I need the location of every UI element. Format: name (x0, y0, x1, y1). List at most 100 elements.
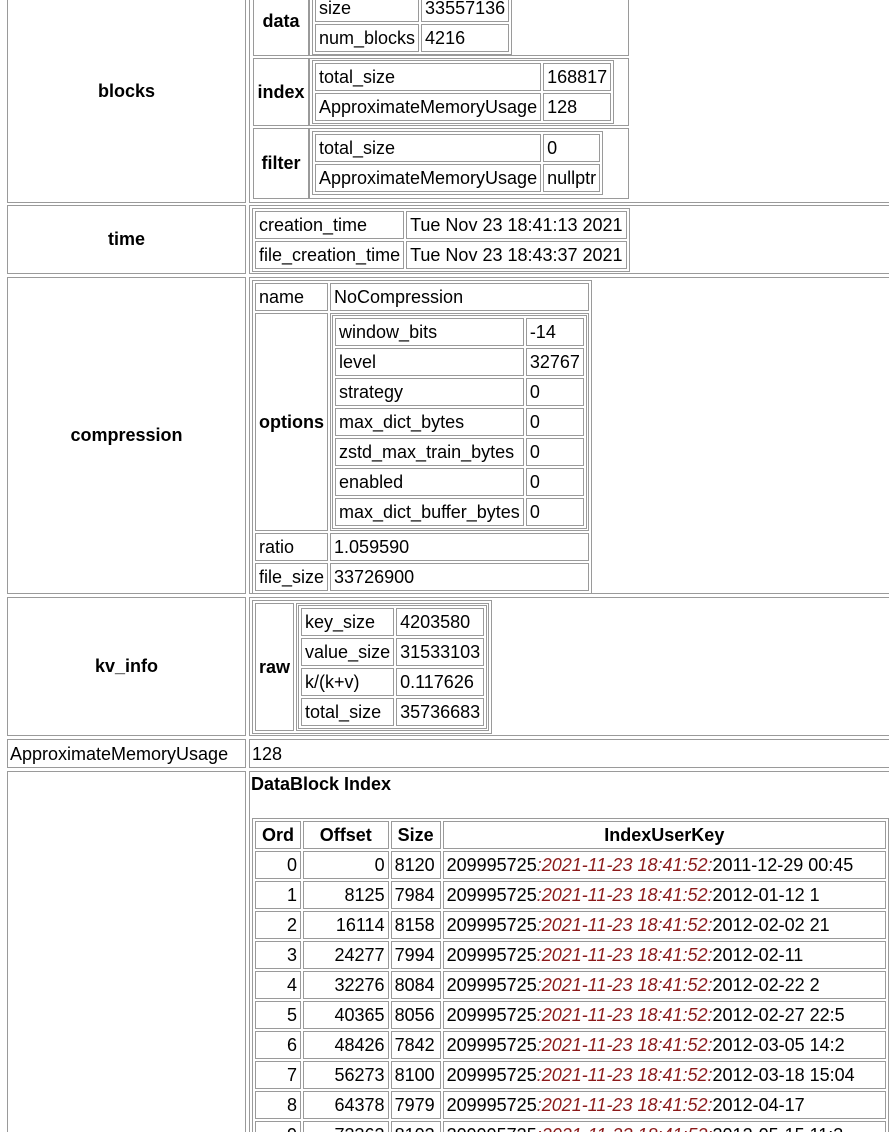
offset-cell: 16114 (303, 911, 389, 939)
kv-key: file_creation_time (255, 241, 405, 269)
key-suffix: 2012-02-27 22:5 (712, 1005, 845, 1025)
raw-table: key_size 4203580 value_size 31533103 k/(k+v)… (298, 605, 488, 729)
kv-row: max_dict_buffer_bytes 0 (335, 498, 584, 526)
column-header-size: Size (390, 821, 441, 849)
index-row-label (7, 771, 246, 1132)
kv-info-table: raw key_size 4203580 value_size 31533103 k/(… (252, 600, 493, 734)
offset-cell: 32276 (303, 971, 389, 999)
key-id: 209995725 (446, 1065, 537, 1085)
kv-key: total_size (301, 698, 395, 726)
key-timestamp: :2021-11-23 18:41:52: (537, 1125, 713, 1132)
time-table: creation_time Tue Nov 23 18:41:13 2021 fil… (252, 208, 630, 272)
kv-row: ApproximateMemoryUsage 128 (315, 93, 612, 121)
datablock-index-title: DataBlock Index (251, 774, 392, 794)
file-size-value: 33726900 (330, 563, 589, 591)
offset-cell: 0 (303, 851, 389, 879)
kv-value: 0 (525, 408, 584, 436)
kv-value: 0.117626 (396, 668, 485, 696)
key-id: 209995725 (446, 915, 537, 935)
key-timestamp: :2021-11-23 18:41:52: (536, 855, 713, 875)
kv-row: creation_time Tue Nov 23 18:41:13 2021 (255, 211, 627, 239)
kv-value: Tue Nov 23 18:41:13 2021 (406, 211, 627, 239)
name-key: name (255, 283, 329, 311)
file-size-key: file_size (255, 563, 329, 591)
size-cell: 8100 (390, 1061, 441, 1089)
size-cell: 8158 (390, 911, 441, 939)
filter-label: filter (253, 128, 309, 199)
index-user-key-cell: 209995725:2021-11-23 18:41:52:2012-02-22… (442, 971, 886, 999)
key-suffix: 2012-04-17 (712, 1095, 805, 1115)
key-timestamp: :2021-11-23 18:41:52: (536, 1005, 713, 1025)
table-row: 6 48426 7842 209995725:2021-11-23 18:41:52:… (255, 1031, 886, 1059)
ord-cell: 3 (255, 941, 302, 969)
table-row: 1 8125 7984 209995725:2021-11-23 18:41:52:2… (255, 881, 886, 909)
kv-value: 128 (543, 93, 612, 121)
kv-value: 33557136 (421, 0, 510, 22)
kv-value: 4216 (421, 24, 510, 52)
offset-cell: 64378 (303, 1091, 389, 1119)
table-row: 5 40365 8056 209995725:2021-11-23 18:41:52:… (255, 1001, 886, 1029)
key-timestamp: :2021-11-23 18:41:52: (536, 1035, 713, 1055)
options-table: window_bits -14 level 32767 strategy 0 max_dic… (332, 315, 587, 529)
compression-label: compression (7, 277, 246, 594)
index-user-key-cell: 209995725:2021-11-23 18:41:52:2011-12-29… (442, 851, 886, 879)
kv-key: ApproximateMemoryUsage (315, 93, 542, 121)
kv-key: max_dict_buffer_bytes (335, 498, 524, 526)
memory-value: 128 (249, 739, 889, 768)
kv-info-label: kv_info (7, 597, 246, 736)
data-label: data (253, 0, 309, 56)
index-user-key-cell: 209995725:2021-11-23 18:41:52:2012-03-05… (442, 1031, 886, 1059)
kv-key: total_size (315, 134, 542, 162)
filter-table: total_size 0 ApproximateMemoryUsage nullptr (312, 131, 604, 195)
ord-cell: 2 (255, 911, 302, 939)
kv-key: level (335, 348, 524, 376)
key-id: 209995725 (446, 885, 537, 905)
table-row: 3 24277 7994 209995725:2021-11-23 18:41:52:… (255, 941, 886, 969)
kv-key: window_bits (335, 318, 524, 346)
kv-key: size (315, 0, 420, 22)
kv-value: 32767 (525, 348, 584, 376)
column-header-indexuserkey: IndexUserKey (442, 821, 886, 849)
kv-row: num_blocks 4216 (315, 24, 510, 52)
key-timestamp: :2021-11-23 18:41:52: (536, 975, 713, 995)
size-cell: 8120 (390, 851, 441, 879)
key-id: 209995725 (446, 1035, 537, 1055)
key-id: 209995725 (447, 1125, 537, 1132)
offset-cell: 72362 (303, 1121, 389, 1132)
kv-row: total_size 0 (315, 134, 601, 162)
ord-cell: 0 (255, 851, 302, 879)
kv-value: Tue Nov 23 18:43:37 2021 (406, 241, 627, 269)
key-id: 209995725 (446, 975, 537, 995)
blocks-label: blocks (7, 0, 246, 203)
index-user-key-cell: 209995725:2021-11-23 18:41:52:2012-05-15… (442, 1121, 886, 1132)
kv-value: 0 (525, 438, 584, 466)
index-user-key-cell: 209995725:2021-11-23 18:41:52:2012-02-11 (442, 941, 886, 969)
table-row: 9723628102209995725:2021-11-23 18:41:52:… (255, 1121, 886, 1132)
kv-value: 4203580 (396, 608, 485, 636)
kv-key: max_dict_bytes (335, 408, 524, 436)
size-cell: 8056 (390, 1001, 441, 1029)
offset-cell: 48426 (303, 1031, 389, 1059)
ord-cell: 9 (255, 1121, 302, 1132)
offset-cell: 24277 (303, 941, 389, 969)
key-suffix: 2011-12-29 00:45 (712, 855, 854, 875)
size-cell: 7979 (390, 1091, 441, 1119)
kv-key: value_size (301, 638, 395, 666)
index-user-key-cell: 209995725:2021-11-23 18:41:52:2012-02-02… (442, 911, 886, 939)
kv-row: enabled 0 (335, 468, 584, 496)
ord-cell: 8 (255, 1091, 302, 1119)
table-row: 2 16114 8158 209995725:2021-11-23 18:41:52:… (255, 911, 886, 939)
kv-key: strategy (335, 378, 524, 406)
ord-cell: 1 (255, 881, 302, 909)
kv-value: -14 (525, 318, 584, 346)
key-timestamp: :2021-11-23 18:41:52: (536, 1065, 713, 1085)
kv-row: file_creation_time Tue Nov 23 18:43:37 20… (255, 241, 627, 269)
key-suffix: 2012-02-22 2 (712, 975, 820, 995)
index-user-key-cell: 209995725:2021-11-23 18:41:52:2012-01-12… (442, 881, 886, 909)
kv-value: 0 (525, 378, 584, 406)
kv-key: enabled (335, 468, 524, 496)
kv-value: 168817 (543, 63, 612, 91)
table-row: 8 64378 7979 209995725:2021-11-23 18:41:52:… (255, 1091, 886, 1119)
key-timestamp: :2021-11-23 18:41:52: (536, 885, 713, 905)
kv-value: nullptr (543, 164, 601, 192)
